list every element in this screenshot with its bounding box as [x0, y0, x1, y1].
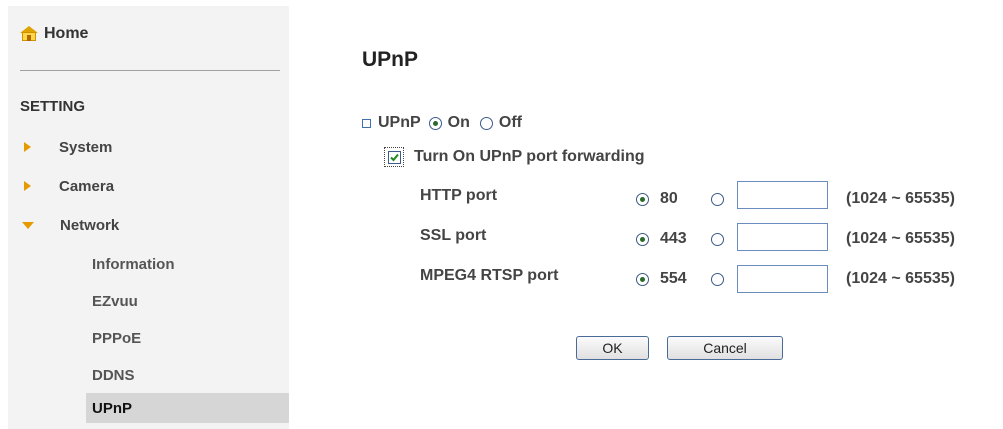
- ssl-port-label: SSL port: [420, 227, 487, 244]
- sidebar-subitem-pppoe[interactable]: PPPoE: [92, 327, 141, 349]
- http-default-value: 80: [660, 190, 678, 207]
- upnp-on-label: On: [447, 114, 470, 131]
- http-port-range: (1024 ~ 65535): [846, 190, 955, 207]
- expand-arrow-icon: [24, 181, 31, 191]
- sidebar-item-system[interactable]: System: [20, 136, 112, 158]
- sidebar-item-label: Network: [60, 216, 120, 234]
- http-port-input[interactable]: [737, 181, 828, 209]
- upnp-off-label: Off: [498, 114, 522, 131]
- page-title: UPnP: [362, 48, 419, 71]
- setting-heading: SETTING: [20, 98, 86, 115]
- rtsp-port-label: MPEG4 RTSP port: [420, 267, 559, 284]
- port-forwarding-checkbox[interactable]: [387, 150, 401, 164]
- rtsp-custom-radio[interactable]: [711, 273, 724, 286]
- upnp-off-radio[interactable]: [479, 116, 493, 130]
- sidebar-item-label: System: [59, 138, 113, 156]
- home-link[interactable]: Home: [20, 22, 88, 46]
- upnp-label: UPnP: [378, 114, 421, 131]
- rtsp-port-range: (1024 ~ 65535): [846, 270, 955, 287]
- upnp-on-radio[interactable]: [428, 116, 442, 130]
- collapse-arrow-icon: [22, 221, 34, 229]
- ssl-port-input[interactable]: [737, 223, 828, 251]
- checkbox-focus-ring: [384, 147, 404, 167]
- sidebar-divider: [20, 70, 280, 71]
- rtsp-default-radio[interactable]: [636, 273, 649, 286]
- sidebar-subitem-information[interactable]: Information: [92, 253, 175, 275]
- sidebar-item-label: Camera: [59, 177, 115, 195]
- sidebar-subitem-ddns[interactable]: DDNS: [92, 364, 135, 386]
- rtsp-default-value: 554: [660, 270, 687, 287]
- sidebar-subitem-upnp[interactable]: UPnP: [86, 393, 289, 423]
- ssl-default-value: 443: [660, 230, 687, 247]
- ssl-port-range: (1024 ~ 65535): [846, 230, 955, 247]
- home-icon: [20, 26, 38, 42]
- sidebar-item-network[interactable]: Network: [20, 214, 119, 236]
- upnp-row: UPnP On Off: [362, 112, 522, 134]
- expand-arrow-icon: [24, 142, 31, 152]
- cancel-button[interactable]: Cancel: [667, 336, 783, 360]
- home-label: Home: [44, 25, 89, 42]
- ok-button[interactable]: OK: [576, 336, 649, 360]
- http-custom-radio[interactable]: [711, 193, 724, 206]
- ssl-custom-radio[interactable]: [711, 233, 724, 246]
- sidebar-item-camera[interactable]: Camera: [20, 175, 114, 197]
- sidebar-subitem-ezvuu[interactable]: EZvuu: [92, 290, 138, 312]
- ssl-default-radio[interactable]: [636, 233, 649, 246]
- port-forwarding-row: Turn On UPnP port forwarding: [384, 145, 645, 169]
- http-default-radio[interactable]: [636, 193, 649, 206]
- rtsp-port-input[interactable]: [737, 265, 828, 293]
- port-forwarding-label: Turn On UPnP port forwarding: [414, 148, 645, 165]
- bullet-square-icon: [362, 118, 371, 128]
- http-port-label: HTTP port: [420, 187, 498, 204]
